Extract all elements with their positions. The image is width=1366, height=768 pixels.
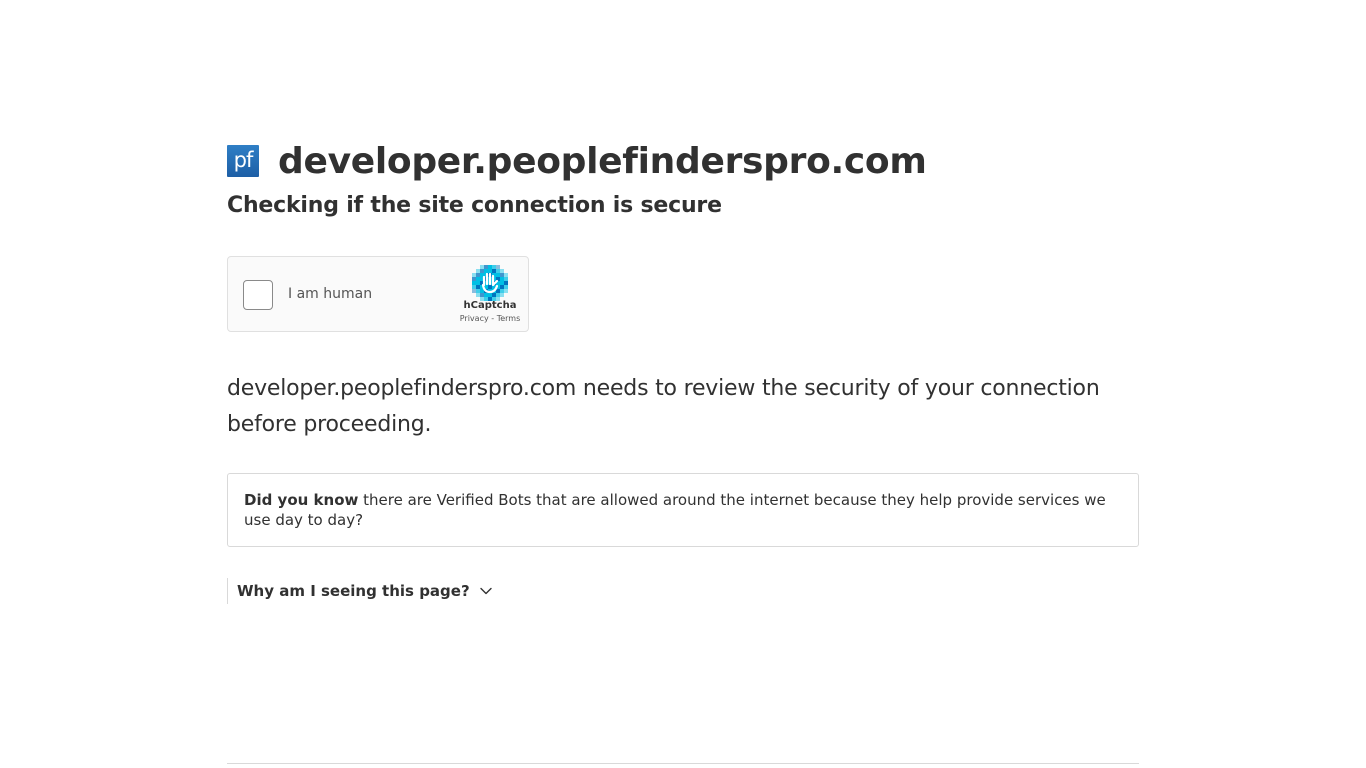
hcaptcha-links: Privacy - Terms [456, 314, 524, 323]
did-you-know-box: Did you know there are Verified Bots tha… [227, 473, 1139, 547]
terms-link[interactable]: Terms [497, 314, 521, 323]
links-separator: - [488, 314, 497, 323]
why-am-i-seeing-toggle[interactable]: Why am I seeing this page? [227, 578, 493, 604]
privacy-link[interactable]: Privacy [460, 314, 489, 323]
did-you-know-text: there are Verified Bots that are allowed… [244, 491, 1106, 529]
human-checkbox-label: I am human [288, 286, 373, 302]
did-you-know-lead: Did you know [244, 491, 359, 509]
footer-divider [227, 763, 1139, 764]
site-header: pf developer.peoplefinderspro.com [227, 140, 927, 182]
page-subtitle: Checking if the site connection is secur… [227, 193, 722, 218]
challenge-page: pf developer.peoplefinderspro.com Checki… [227, 0, 1139, 768]
why-am-i-seeing-label: Why am I seeing this page? [237, 582, 470, 600]
captcha-widget: I am human hCaptcha Privacy - Terms [227, 256, 529, 332]
site-name: developer.peoplefinderspro.com [278, 140, 927, 182]
site-favicon: pf [227, 145, 259, 177]
hcaptcha-hand-icon [472, 265, 508, 301]
security-review-text: developer.peoplefinderspro.com needs to … [227, 376, 1100, 437]
chevron-down-icon [479, 587, 492, 595]
human-checkbox[interactable] [243, 280, 273, 310]
hcaptcha-brand: hCaptcha [463, 300, 517, 311]
